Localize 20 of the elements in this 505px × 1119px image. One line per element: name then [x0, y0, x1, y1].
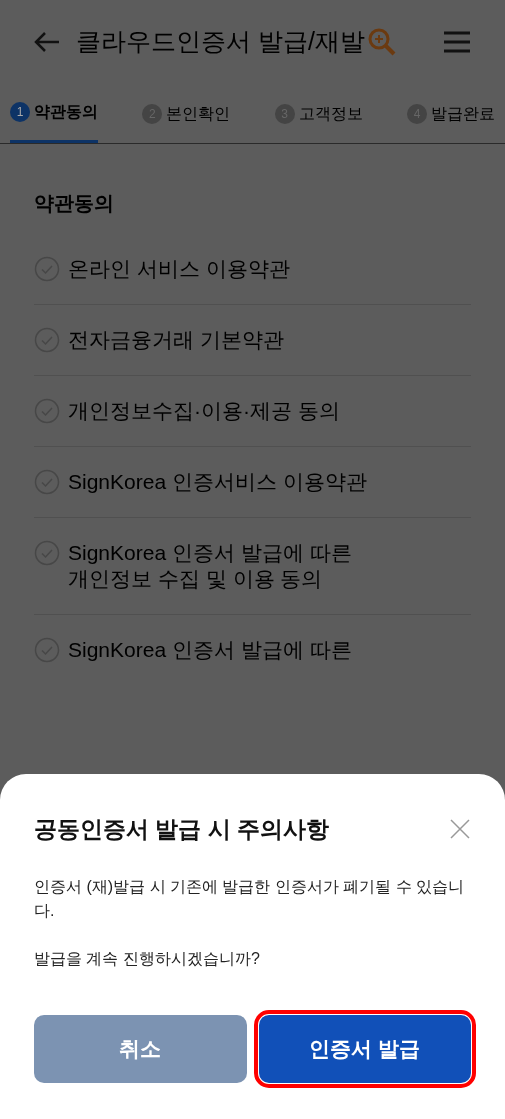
section-title: 약관동의	[34, 191, 115, 216]
dialog-message: 인증서 (재)발급 시 기존에 발급한 인증서가 폐기될 수 있습니다.	[34, 876, 466, 921]
terms-item[interactable]: 개인정보수집·이용·제공 동의	[68, 398, 340, 424]
step-label[interactable]: 고객정보	[298, 101, 363, 126]
dialog-title: 공동인증서 발급 시 주의사항	[34, 815, 330, 844]
close-icon[interactable]	[449, 818, 471, 841]
back-arrow-icon[interactable]	[34, 31, 60, 53]
terms-item[interactable]: SignKorea 인증서비스 이용약관	[68, 469, 367, 495]
cancel-button[interactable]: 취소	[34, 1014, 247, 1083]
step-label[interactable]: 본인확인	[166, 101, 231, 126]
terms-item[interactable]: SignKorea 인증서 발급에 따른 개인정보 수집 및 이용 동의	[68, 540, 352, 592]
terms-item[interactable]: 전자금융거래 기본약관	[68, 327, 284, 353]
terms-item[interactable]: SignKorea 인증서 발급에 따른	[68, 637, 352, 663]
dialog-question: 발급을 계속 진행하시겠습니까?	[34, 948, 261, 969]
terms-item[interactable]: 온라인 서비스 이용약관	[68, 256, 290, 282]
menu-icon[interactable]	[443, 30, 471, 54]
step-label[interactable]: 발급완료	[431, 101, 495, 126]
page-title: 클라우드인증서 발급/재발	[76, 26, 365, 58]
step-number: 1	[10, 102, 30, 122]
step-label[interactable]: 약관동의	[34, 100, 98, 124]
